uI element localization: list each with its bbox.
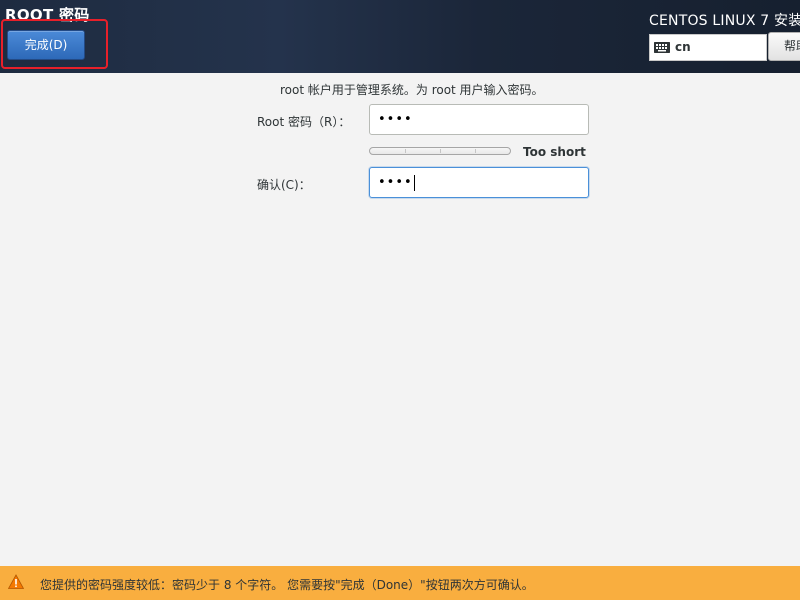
warning-icon [7, 574, 25, 590]
intro-text: root 帐户用于管理系统。为 root 用户输入密码。 [280, 83, 544, 97]
header-bar: ROOT 密码 完成(D) CENTOS LINUX 7 安装 cn 帮助！ [0, 0, 800, 73]
strength-segment-divider [440, 149, 441, 153]
done-button-highlight [1, 19, 108, 69]
password-strength-bar [369, 147, 511, 155]
installer-title: CENTOS LINUX 7 安装 [649, 13, 800, 29]
warning-message: 您提供的密码强度较低：密码少于 8 个字符。 您需要按"完成（Done）"按钮两… [40, 578, 534, 592]
root-password-value: •••• [378, 112, 413, 127]
warning-bar[interactable]: 您提供的密码强度较低：密码少于 8 个字符。 您需要按"完成（Done）"按钮两… [0, 566, 800, 600]
confirm-password-field[interactable]: •••• [369, 167, 589, 198]
root-password-label: Root 密码（R）： [257, 115, 351, 129]
keyboard-layout-label: cn [675, 40, 691, 54]
keyboard-icon [654, 42, 670, 53]
help-button[interactable]: 帮助！ [768, 32, 800, 61]
keyboard-layout-indicator[interactable]: cn [649, 34, 767, 61]
text-cursor [413, 174, 415, 191]
password-strength-label: Too short [523, 145, 586, 159]
root-password-field[interactable]: •••• [369, 104, 589, 135]
confirm-password-label: 确认(C)： [257, 178, 311, 192]
strength-segment-divider [405, 149, 406, 153]
strength-segment-divider [475, 149, 476, 153]
confirm-password-value: •••• [378, 175, 413, 190]
